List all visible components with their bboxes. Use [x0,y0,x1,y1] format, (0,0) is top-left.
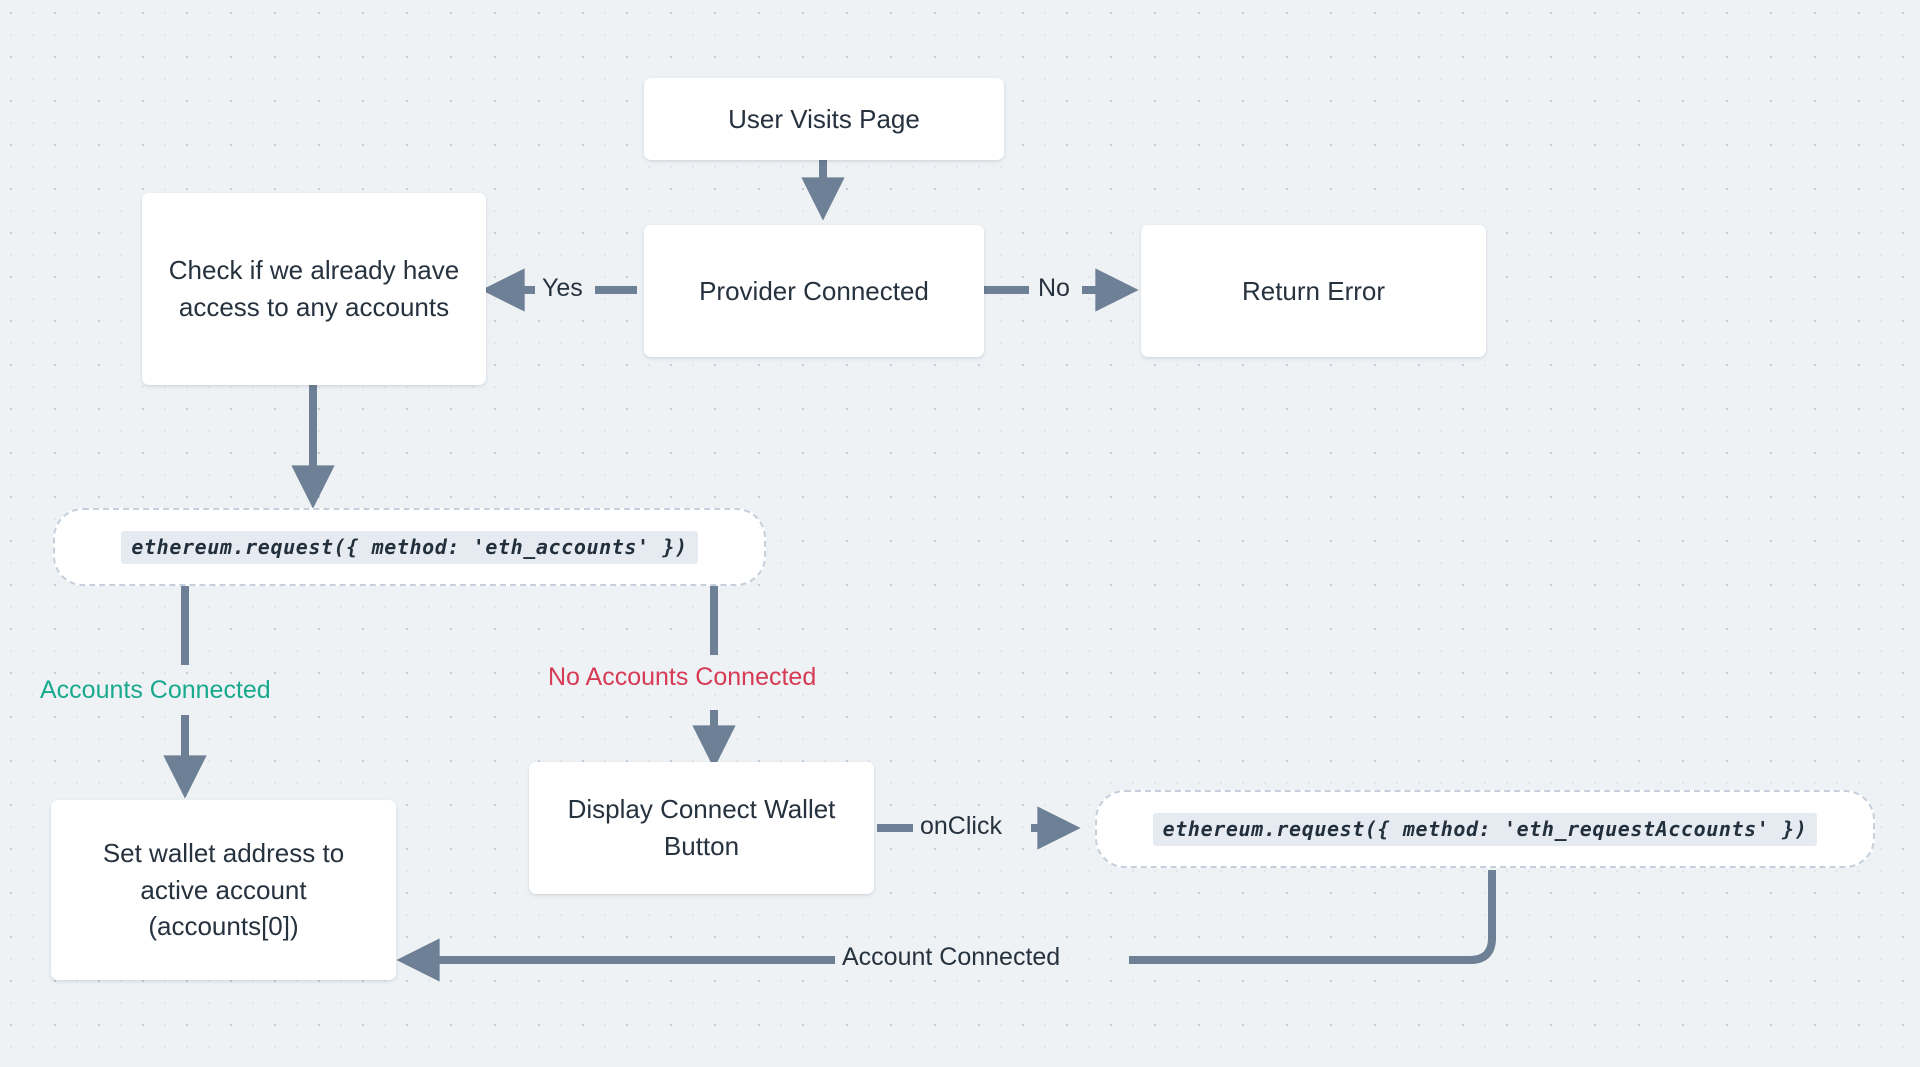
edge-label-account-connected-text: Account Connected [842,943,1061,971]
code-node-eth-accounts[interactable]: ethereum.request({ method: 'eth_accounts… [53,508,766,586]
edge-account-connected-return-right [1129,870,1496,964]
code-node-eth-request-accounts-text: ethereum.request({ method: 'eth_requestA… [1152,812,1818,846]
node-check-existing-access-label: Check if we already have access to any a… [168,255,460,322]
flowchart-canvas[interactable]: User Visits Page Provider Connected Chec… [0,0,1920,1067]
edge-label-onclick: onClick [913,810,1009,842]
code-node-eth-accounts-text: ethereum.request({ method: 'eth_accounts… [121,530,698,564]
edge-label-account-connected: Account Connected [835,941,1068,973]
node-display-connect-wallet-button-label: Display Connect Wallet Button [567,794,836,861]
edge-label-onclick-text: onClick [920,812,1002,840]
node-provider-connected[interactable]: Provider Connected [644,225,984,357]
node-check-existing-access[interactable]: Check if we already have access to any a… [142,193,486,385]
edge-label-yes: Yes [535,272,590,304]
node-return-error[interactable]: Return Error [1141,225,1486,357]
node-set-wallet-address[interactable]: Set wallet address to active account (ac… [51,800,396,980]
node-user-visits-page[interactable]: User Visits Page [644,78,1004,160]
edge-label-no-accounts-connected: No Accounts Connected [541,661,824,693]
edge-label-accounts-connected: Accounts Connected [33,674,278,706]
node-set-wallet-address-label: Set wallet address to active account (ac… [102,837,345,942]
code-node-eth-request-accounts[interactable]: ethereum.request({ method: 'eth_requestA… [1095,790,1875,868]
node-return-error-label: Return Error [1241,275,1386,306]
edge-label-no-accounts-connected-text: No Accounts Connected [548,663,817,691]
edge-label-no: No [1031,272,1077,304]
edge-label-accounts-connected-text: Accounts Connected [40,676,271,704]
node-provider-connected-label: Provider Connected [699,275,929,306]
edge-label-no-text: No [1038,274,1070,302]
node-display-connect-wallet-button[interactable]: Display Connect Wallet Button [529,762,874,894]
node-user-visits-page-label: User Visits Page [728,103,920,134]
edge-label-yes-text: Yes [542,274,583,302]
